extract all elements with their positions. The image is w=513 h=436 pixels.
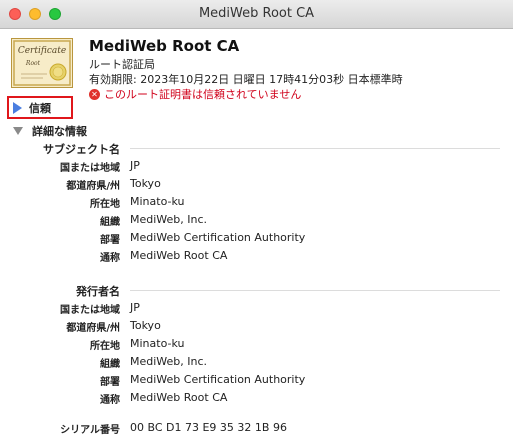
details-disclosure[interactable]: 詳細な情報 xyxy=(13,123,87,139)
certificate-warning-text: このルート証明書は信頼されていません xyxy=(104,88,302,101)
field-value: Tokyo xyxy=(130,177,161,190)
disclosure-down-icon[interactable] xyxy=(13,127,23,135)
certificate-name: MediWeb Root CA xyxy=(89,37,240,55)
trust-disclosure[interactable]: 信頼 xyxy=(7,96,73,119)
subject-title: サブジェクト名 xyxy=(43,143,120,156)
serial-number-row: シリアル番号 00 BC D1 73 E9 35 32 1B 96 xyxy=(0,421,513,436)
field-label: 所在地 xyxy=(90,341,120,352)
issuer-organization-row: 組織 MediWeb, Inc. xyxy=(0,355,513,370)
issuer-title: 発行者名 xyxy=(76,285,120,298)
subject-country-row: 国または地域 JP xyxy=(0,159,513,174)
field-value: MediWeb Certification Authority xyxy=(130,231,306,244)
issuer-common-name-row: 通称 MediWeb Root CA xyxy=(0,391,513,406)
subject-organization-row: 組織 MediWeb, Inc. xyxy=(0,213,513,228)
disclosure-right-icon[interactable] xyxy=(13,101,22,114)
field-label: シリアル番号 xyxy=(60,425,120,436)
field-value: MediWeb Root CA xyxy=(130,391,228,404)
trust-label: 信頼 xyxy=(29,101,51,115)
certificate-expiration: 有効期限: 2023年10月22日 日曜日 17時41分03秒 日本標準時 xyxy=(89,73,403,86)
subject-locality-row: 所在地 Minato-ku xyxy=(0,195,513,210)
field-label: 通称 xyxy=(100,395,120,406)
window-title: MediWeb Root CA xyxy=(198,6,315,21)
field-value: MediWeb, Inc. xyxy=(130,213,208,226)
field-label: 通称 xyxy=(100,253,120,264)
issuer-country-row: 国または地域 JP xyxy=(0,301,513,316)
certificate-icon-subtext: Root xyxy=(25,60,41,67)
field-value: JP xyxy=(130,301,140,314)
field-label: 都道府県/州 xyxy=(66,323,120,334)
field-value: MediWeb, Inc. xyxy=(130,355,208,368)
field-value: Minato-ku xyxy=(130,337,185,350)
field-value: MediWeb Root CA xyxy=(130,249,228,262)
field-label: 国または地域 xyxy=(60,163,120,174)
details-label: 詳細な情報 xyxy=(32,125,87,138)
field-label: 部署 xyxy=(100,235,120,246)
field-value: 00 BC D1 73 E9 35 32 1B 96 xyxy=(130,421,287,434)
field-value: Minato-ku xyxy=(130,195,185,208)
certificate-icon-text: Certificate xyxy=(18,46,66,56)
field-label: 組織 xyxy=(100,359,120,370)
field-label: 国または地域 xyxy=(60,305,120,316)
divider xyxy=(130,290,500,291)
field-label: 都道府県/州 xyxy=(66,181,120,192)
field-label: 部署 xyxy=(100,377,120,388)
issuer-unit-row: 部署 MediWeb Certification Authority xyxy=(0,373,513,388)
title-bar: MediWeb Root CA xyxy=(0,0,513,29)
subject-common-name-row: 通称 MediWeb Root CA xyxy=(0,249,513,264)
issuer-locality-row: 所在地 Minato-ku xyxy=(0,337,513,352)
issuer-section-header: 発行者名 xyxy=(0,283,513,298)
field-value: Tokyo xyxy=(130,319,161,332)
subject-unit-row: 部署 MediWeb Certification Authority xyxy=(0,231,513,246)
divider xyxy=(130,148,500,149)
certificate-warning: ✕ このルート証明書は信頼されていません xyxy=(89,86,301,102)
subject-section-header: サブジェクト名 xyxy=(0,141,513,156)
error-x-icon: ✕ xyxy=(89,88,100,100)
certificate-kind: ルート認証局 xyxy=(89,58,155,71)
certificate-window: MediWeb Root CA Certificate Root MediWeb… xyxy=(0,0,513,436)
subject-state-row: 都道府県/州 Tokyo xyxy=(0,177,513,192)
field-value: JP xyxy=(130,159,140,172)
field-label: 組織 xyxy=(100,217,120,228)
certificate-icon: Certificate Root xyxy=(11,38,73,88)
issuer-state-row: 都道府県/州 Tokyo xyxy=(0,319,513,334)
field-label: 所在地 xyxy=(90,199,120,210)
field-value: MediWeb Certification Authority xyxy=(130,373,306,386)
